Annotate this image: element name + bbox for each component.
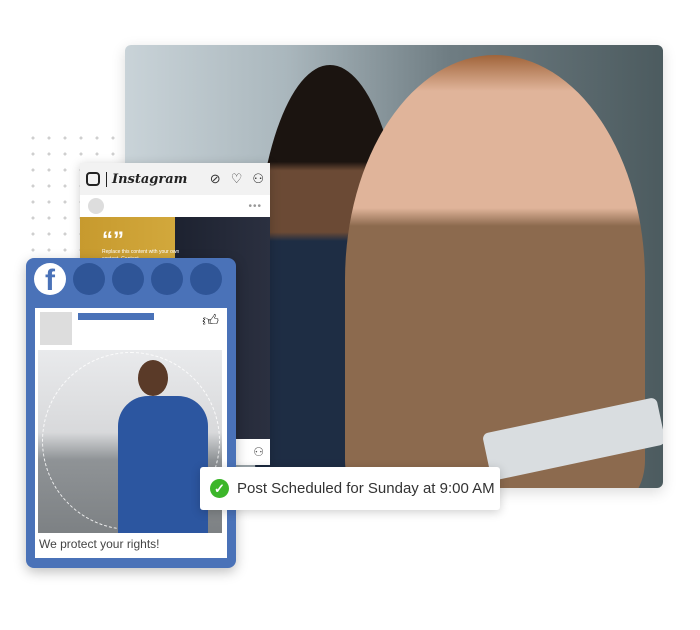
instagram-header: Instagram ⊘ ♡ ⚇ <box>80 163 270 195</box>
placeholder-circle <box>73 263 105 295</box>
man-in-suit <box>118 360 208 533</box>
user-icon[interactable]: ⚇ <box>252 171 264 187</box>
avatar <box>88 198 104 214</box>
user-icon[interactable]: ⚇ <box>253 445 264 459</box>
facebook-card: f 👍︎ We protect your rights! <box>26 258 236 568</box>
instagram-brand: Instagram <box>106 171 187 187</box>
more-icon[interactable]: ••• <box>248 201 262 212</box>
placeholder-circle <box>151 263 183 295</box>
placeholder-circle <box>190 263 222 295</box>
name-placeholder <box>78 313 154 320</box>
compass-icon[interactable]: ⊘ <box>210 171 221 187</box>
avatar-placeholder <box>40 312 72 345</box>
facebook-post: 👍︎ We protect your rights! <box>35 308 227 558</box>
thumbs-up-icon[interactable]: 👍︎ <box>202 312 219 331</box>
instagram-logo-icon <box>86 172 100 186</box>
heart-icon[interactable]: ♡ <box>231 171 243 187</box>
scheduled-toast: ✓ Post Scheduled for Sunday at 9:00 AM <box>200 467 500 510</box>
check-circle-icon: ✓ <box>210 479 229 498</box>
facebook-post-image <box>38 350 222 533</box>
post-caption: We protect your rights! <box>39 537 160 551</box>
toast-message: Post Scheduled for Sunday at 9:00 AM <box>237 480 495 497</box>
facebook-logo-icon: f <box>34 263 66 295</box>
placeholder-circle <box>112 263 144 295</box>
